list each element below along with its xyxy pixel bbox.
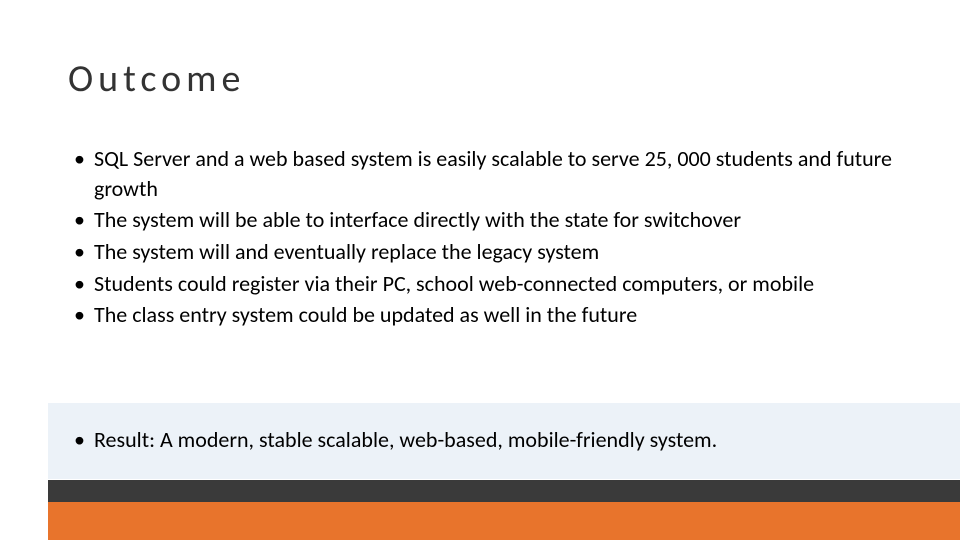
footer-dark-strip — [48, 480, 960, 502]
bullet-item: SQL Server and a web based system is eas… — [68, 144, 892, 203]
slide-title: Outcome — [68, 56, 892, 102]
result-block: Result: A modern, stable scalable, web-b… — [68, 425, 892, 455]
bullet-item: The class entry system could be updated … — [68, 300, 892, 330]
bullet-item: Students could register via their PC, sc… — [68, 269, 892, 299]
result-bullet: Result: A modern, stable scalable, web-b… — [68, 425, 892, 455]
footer-orange-bar — [48, 502, 960, 540]
slide: Outcome SQL Server and a web based syste… — [0, 0, 960, 540]
bullet-item: The system will and eventually replace t… — [68, 237, 892, 267]
bullet-item: The system will be able to interface dir… — [68, 205, 892, 235]
bullet-list: SQL Server and a web based system is eas… — [68, 144, 892, 330]
